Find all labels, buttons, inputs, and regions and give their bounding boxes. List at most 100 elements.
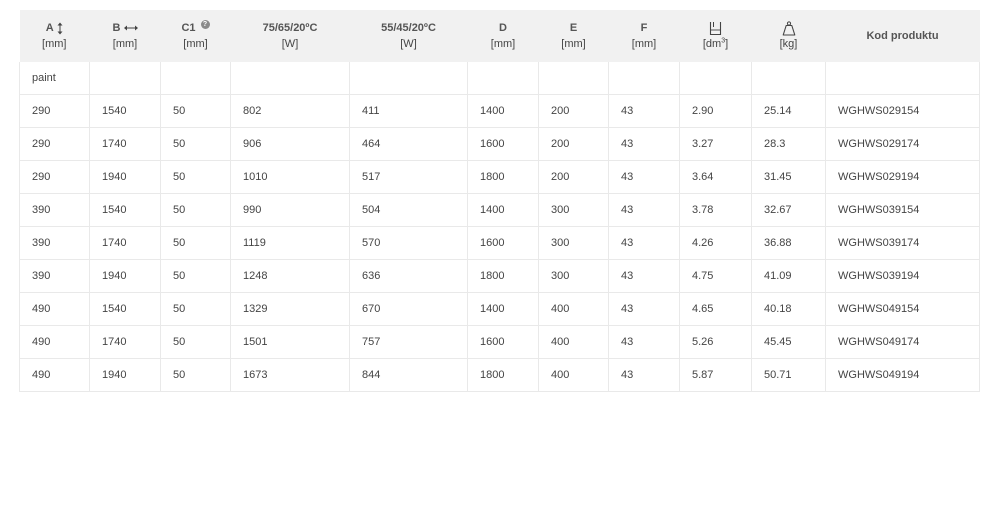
cell-b: 1740 [89,325,161,359]
cell-power-55: 411 [349,94,468,128]
cell-product-code: WGHWS049194 [825,358,980,392]
cell-power-75: 1119 [230,226,350,260]
cell-weight: 32.67 [751,193,826,227]
cell-d: 1800 [467,160,539,194]
cell-product-code: WGHWS039194 [825,259,980,293]
cell-weight: 31.45 [751,160,826,194]
cell-e: 200 [538,127,609,161]
header-product-code: Kod produktu [825,10,980,62]
header-d: D [mm] [467,10,539,62]
help-icon[interactable]: ? [200,20,210,29]
cell-volume: 3.64 [679,160,752,194]
cell-a: 390 [19,259,90,293]
header-product-code-label: Kod produktu [866,30,939,42]
cell-product-code: WGHWS029194 [825,160,980,194]
cell-weight: 41.09 [751,259,826,293]
table-row: 490 1540 50 1329 670 1400 400 43 4.65 40.18 WGHWS0… [19,292,980,326]
header-power-75-label: 75/65/20ºC [262,22,318,34]
cell-b: 1540 [89,292,161,326]
cell-f: 43 [608,259,680,293]
cell-power-75: 1673 [230,358,350,392]
cell-b: 1740 [89,127,161,161]
header-d-label: D [499,22,507,34]
table-row: 290 1740 50 906 464 1600 200 43 3.27 28.3 WGHWS029… [19,127,980,161]
cell-d: 1800 [467,259,539,293]
cell-e: 400 [538,325,609,359]
cell-power-75: 1248 [230,259,350,293]
table-row: 390 1540 50 990 504 1400 300 43 3.78 32.67 WGHWS03… [19,193,980,227]
cell-a: 390 [19,226,90,260]
cell-d: 1400 [467,292,539,326]
cell-a: 490 [19,358,90,392]
cell-d: 1800 [467,358,539,392]
cell-c1: 50 [160,193,231,227]
table-row: 390 1740 50 1119 570 1600 300 43 4.26 36.88 WGHWS0… [19,226,980,260]
header-volume: [dm3] [679,10,752,62]
cell-weight: 28.3 [751,127,826,161]
cell-weight: 50.71 [751,358,826,392]
header-weight: [kg] [751,10,826,62]
cell-b: 1940 [89,358,161,392]
cell-product-code: WGHWS039154 [825,193,980,227]
cell-c1: 50 [160,259,231,293]
cell-e: 400 [538,358,609,392]
cell-c1: 50 [160,325,231,359]
group-label: paint [19,62,90,95]
group-row: paint [19,62,980,95]
cell-c1: 50 [160,358,231,392]
cell-b: 1540 [89,94,161,128]
header-b: B [mm] [89,10,161,62]
header-weight-unit: [kg] [779,38,798,50]
cell-power-55: 844 [349,358,468,392]
cell-power-75: 1010 [230,160,350,194]
header-e-label: E [569,22,578,34]
product-spec-table-container: A [mm] B [mm] C1 ? [mm] 75/65/20ºC [W] 5… [19,10,980,392]
cell-a: 490 [19,292,90,326]
cell-a: 290 [19,160,90,194]
cell-f: 43 [608,292,680,326]
cell-e: 300 [538,259,609,293]
cell-product-code: WGHWS029174 [825,127,980,161]
cell-power-55: 464 [349,127,468,161]
header-power-55-label: 55/45/20ºC [381,22,436,34]
table-body: paint 290 1540 50 802 411 1400 200 43 2.90 25.14 W… [19,62,980,392]
cell-power-55: 504 [349,193,468,227]
cell-weight: 25.14 [751,94,826,128]
water-volume-icon [709,21,722,35]
cell-weight: 36.88 [751,226,826,260]
cell-volume: 4.75 [679,259,752,293]
cell-d: 1600 [467,127,539,161]
cell-power-55: 517 [349,160,468,194]
product-spec-table: A [mm] B [mm] C1 ? [mm] 75/65/20ºC [W] 5… [19,10,980,392]
header-c1-label: C1 [181,22,196,34]
cell-a: 290 [19,127,90,161]
cell-c1: 50 [160,292,231,326]
cell-c1: 50 [160,127,231,161]
cell-product-code: WGHWS049154 [825,292,980,326]
cell-d: 1600 [467,226,539,260]
cell-d: 1600 [467,325,539,359]
cell-f: 43 [608,226,680,260]
cell-product-code: WGHWS029154 [825,94,980,128]
cell-a: 390 [19,193,90,227]
cell-e: 300 [538,193,609,227]
cell-weight: 45.45 [751,325,826,359]
table-row: 490 1940 50 1673 844 1800 400 43 5.87 50.71 WGHWS0… [19,358,980,392]
header-b-unit: [mm] [112,38,138,50]
cell-e: 300 [538,226,609,260]
cell-f: 43 [608,94,680,128]
vertical-double-arrow-icon [57,22,63,35]
cell-f: 43 [608,127,680,161]
cell-power-75: 802 [230,94,350,128]
cell-a: 490 [19,325,90,359]
cell-volume: 3.27 [679,127,752,161]
cell-volume: 5.26 [679,325,752,359]
cell-e: 400 [538,292,609,326]
cell-power-55: 757 [349,325,468,359]
table-row: 390 1940 50 1248 636 1800 300 43 4.75 41.09 WGHWS0… [19,259,980,293]
cell-c1: 50 [160,94,231,128]
table-header-row: A [mm] B [mm] C1 ? [mm] 75/65/20ºC [W] 5… [19,10,980,62]
cell-f: 43 [608,160,680,194]
cell-power-75: 906 [230,127,350,161]
cell-a: 290 [19,94,90,128]
